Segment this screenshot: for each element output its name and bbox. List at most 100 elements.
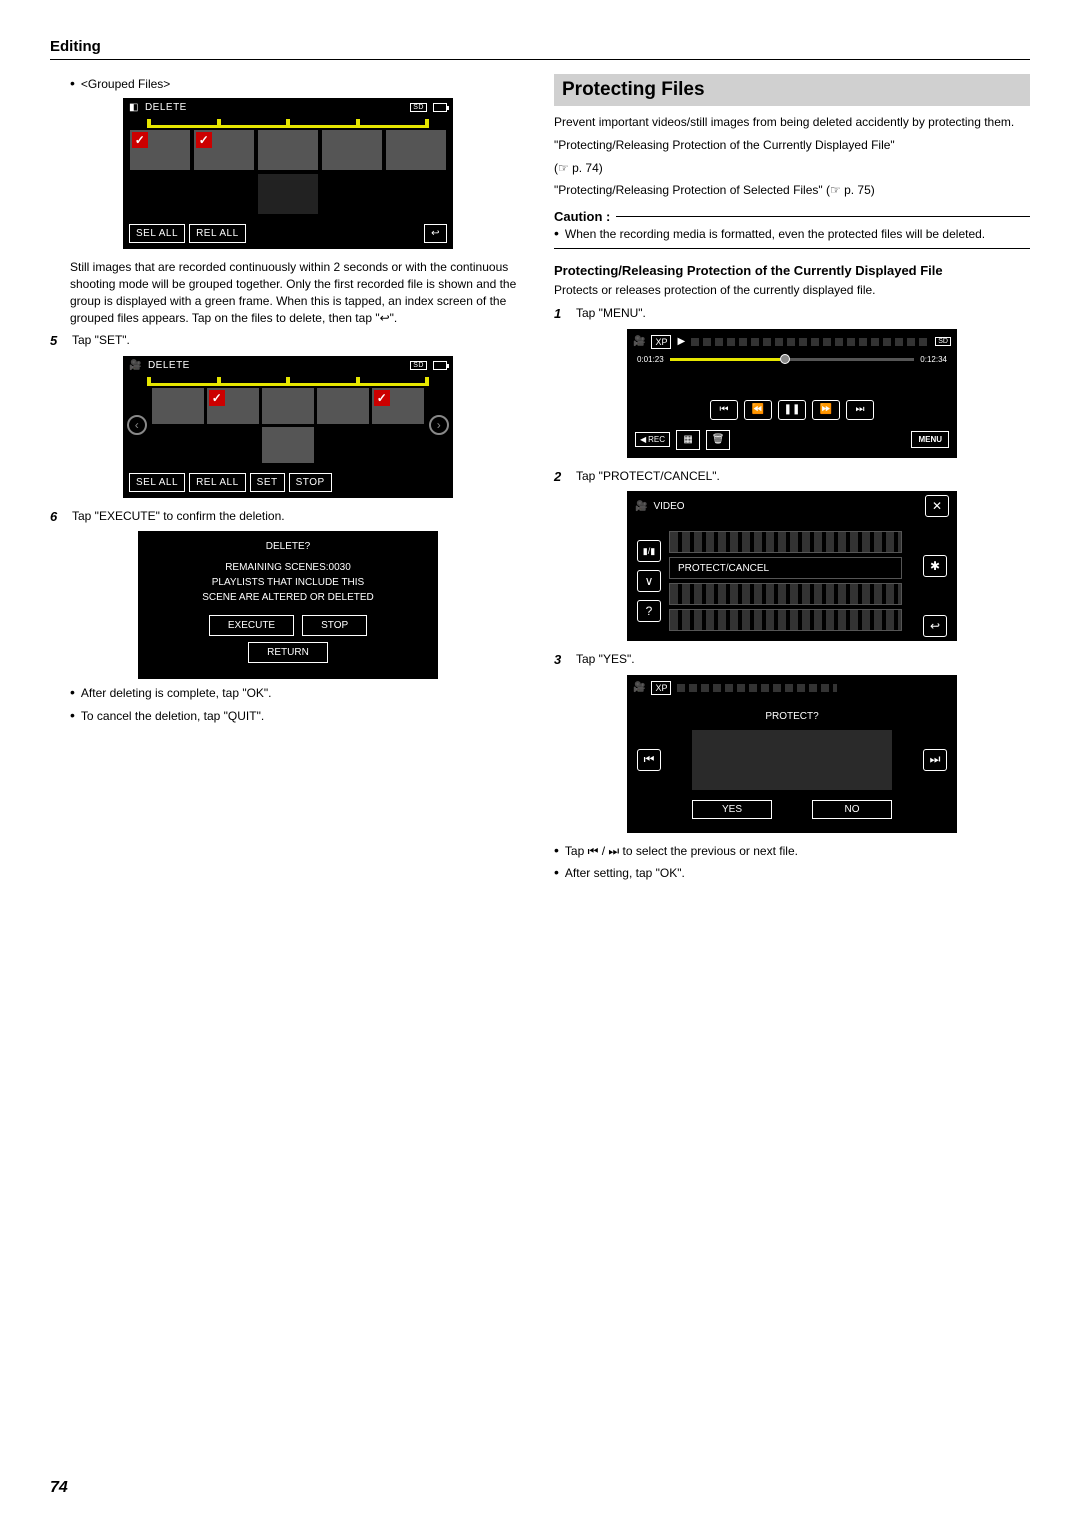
progress-knob[interactable]: [780, 354, 790, 364]
help-button[interactable]: ?: [637, 600, 661, 622]
thumbnail[interactable]: [152, 388, 204, 424]
step-number: 3: [554, 651, 576, 669]
thumbnail[interactable]: [262, 388, 314, 424]
dialog-line: REMAINING SCENES:0030: [148, 560, 428, 575]
after-delete-ok: • After deleting is complete, tap "OK".: [70, 685, 526, 701]
preview-box: [692, 730, 892, 790]
execute-button[interactable]: EXECUTE: [209, 615, 294, 636]
delete-confirm-dialog: DELETE? REMAINING SCENES:0030 PLAYLISTS …: [138, 531, 438, 679]
page: Editing • <Grouped Files> ◧ DELETE SD: [0, 0, 1080, 1527]
no-button[interactable]: NO: [812, 800, 892, 819]
page-number: 74: [50, 1479, 68, 1497]
bullet-dot-icon: •: [554, 226, 559, 242]
bullet-dot-icon: •: [70, 685, 75, 701]
caution-heading: Caution :: [554, 209, 1030, 224]
thumbnail[interactable]: ✓: [372, 388, 424, 424]
mode-toggle-button[interactable]: ▮/▮: [637, 540, 661, 562]
step-6: 6 Tap "EXECUTE" to confirm the deletion.: [50, 508, 526, 526]
stop-button[interactable]: STOP: [302, 615, 367, 636]
menu-item[interactable]: [669, 583, 902, 605]
after-set-ok-bullet: • After setting, tap "OK".: [554, 865, 1030, 881]
pause-button[interactable]: ❚❚: [778, 400, 806, 420]
sel-all-button[interactable]: SEL ALL: [129, 473, 185, 492]
thumbnail[interactable]: ✓: [194, 130, 254, 170]
forward-button[interactable]: ⏩: [812, 400, 840, 420]
settings-button[interactable]: ✱: [923, 555, 947, 577]
step-number: 5: [50, 332, 72, 350]
prev-file-button[interactable]: ⏮: [710, 400, 738, 420]
step-number: 2: [554, 468, 576, 486]
index-button[interactable]: ▦: [676, 430, 700, 450]
thumbnail[interactable]: [317, 388, 369, 424]
thumbnail[interactable]: [262, 427, 314, 463]
back-button[interactable]: ↩: [424, 224, 447, 243]
rec-button[interactable]: ◀REC: [635, 432, 670, 447]
thumbnail[interactable]: [386, 130, 446, 170]
check-icon: ✓: [196, 132, 212, 148]
step-text: Tap "MENU".: [576, 305, 646, 323]
thumbnail[interactable]: ✓: [207, 388, 259, 424]
section-header: Editing: [50, 38, 1030, 60]
sd-icon: SD: [410, 103, 427, 112]
redacted-text: [691, 338, 929, 346]
grouped-files-label: <Grouped Files>: [81, 76, 170, 92]
thumbnail-empty: [258, 174, 318, 214]
thumbnail[interactable]: [322, 130, 382, 170]
bullet-text: When the recording media is formatted, e…: [565, 226, 985, 242]
step-number: 1: [554, 305, 576, 323]
menu-item[interactable]: [669, 609, 902, 631]
dialog-title: DELETE?: [148, 541, 428, 552]
progress-bar[interactable]: [670, 358, 915, 361]
next-file-button[interactable]: ⏭: [923, 749, 947, 771]
next-page-button[interactable]: ›: [429, 415, 449, 435]
protecting-files-title: Protecting Files: [554, 74, 1030, 106]
left-column: • <Grouped Files> ◧ DELETE SD: [50, 74, 526, 887]
return-button[interactable]: RETURN: [248, 642, 328, 663]
delete-screen-1: ◧ DELETE SD ✓ ✓: [50, 98, 526, 249]
down-button[interactable]: ∨: [637, 570, 661, 592]
time-elapsed: 0:01:23: [637, 355, 664, 364]
video-mode-icon: 🎥: [633, 336, 645, 347]
next-file-button[interactable]: ⏭: [846, 400, 874, 420]
bullet-text: After deleting is complete, tap "OK".: [81, 685, 272, 701]
menu-button[interactable]: MENU: [911, 431, 949, 448]
rewind-button[interactable]: ⏪: [744, 400, 772, 420]
grouped-files-bullet: • <Grouped Files>: [70, 76, 526, 92]
menu-screen: 🎥 VIDEO ✕ ▮/▮ ∨ ? PROTECT/CANC: [554, 491, 1030, 641]
close-button[interactable]: ✕: [925, 495, 949, 517]
xref-2: "Protecting/Releasing Protection of Sele…: [554, 182, 1030, 199]
rel-all-button[interactable]: REL ALL: [189, 473, 246, 492]
video-mode-icon: 🎥: [633, 682, 645, 693]
thumbnail[interactable]: ✓: [130, 130, 190, 170]
caution-label: Caution :: [554, 209, 610, 224]
camera-icon: ◧: [129, 102, 139, 113]
bullet-text: After setting, tap "OK".: [565, 865, 685, 881]
back-button[interactable]: ↩: [923, 615, 947, 637]
prev-file-button[interactable]: ⏮: [637, 749, 661, 771]
playback-screen: 🎥 XP ▶ SD 0:01:23 0:12:34 ⏮ ⏪ ❚❚: [554, 329, 1030, 458]
prev-page-button[interactable]: ‹: [127, 415, 147, 435]
bullet-text: Tap ⏮ / ⏭ to select the previous or next…: [565, 843, 798, 859]
delete-button[interactable]: 🗑: [706, 430, 730, 450]
stop-button[interactable]: STOP: [289, 473, 332, 492]
video-mode-icon: 🎥: [635, 501, 647, 512]
grouped-files-note: Still images that are recorded continuou…: [70, 259, 526, 326]
bullet-dot-icon: •: [70, 708, 75, 724]
set-button[interactable]: SET: [250, 473, 285, 492]
protect-cancel-item[interactable]: PROTECT/CANCEL: [669, 557, 902, 579]
yes-button[interactable]: YES: [692, 800, 772, 819]
bullet-text: To cancel the deletion, tap "QUIT".: [81, 708, 264, 724]
step-text: Tap "EXECUTE" to confirm the deletion.: [72, 508, 285, 526]
battery-icon: [433, 103, 447, 112]
rel-all-button[interactable]: REL ALL: [189, 224, 246, 243]
xp-badge: XP: [651, 681, 671, 695]
subheading-desc: Protects or releases protection of the c…: [554, 282, 1030, 299]
sd-icon: SD: [935, 337, 951, 346]
dialog-line: SCENE ARE ALTERED OR DELETED: [148, 590, 428, 605]
thumbnail[interactable]: [258, 130, 318, 170]
menu-item[interactable]: [669, 531, 902, 553]
sel-all-button[interactable]: SEL ALL: [129, 224, 185, 243]
delete-title: DELETE: [145, 102, 187, 113]
bullet-dot-icon: •: [554, 843, 559, 859]
divider: [554, 248, 1030, 249]
